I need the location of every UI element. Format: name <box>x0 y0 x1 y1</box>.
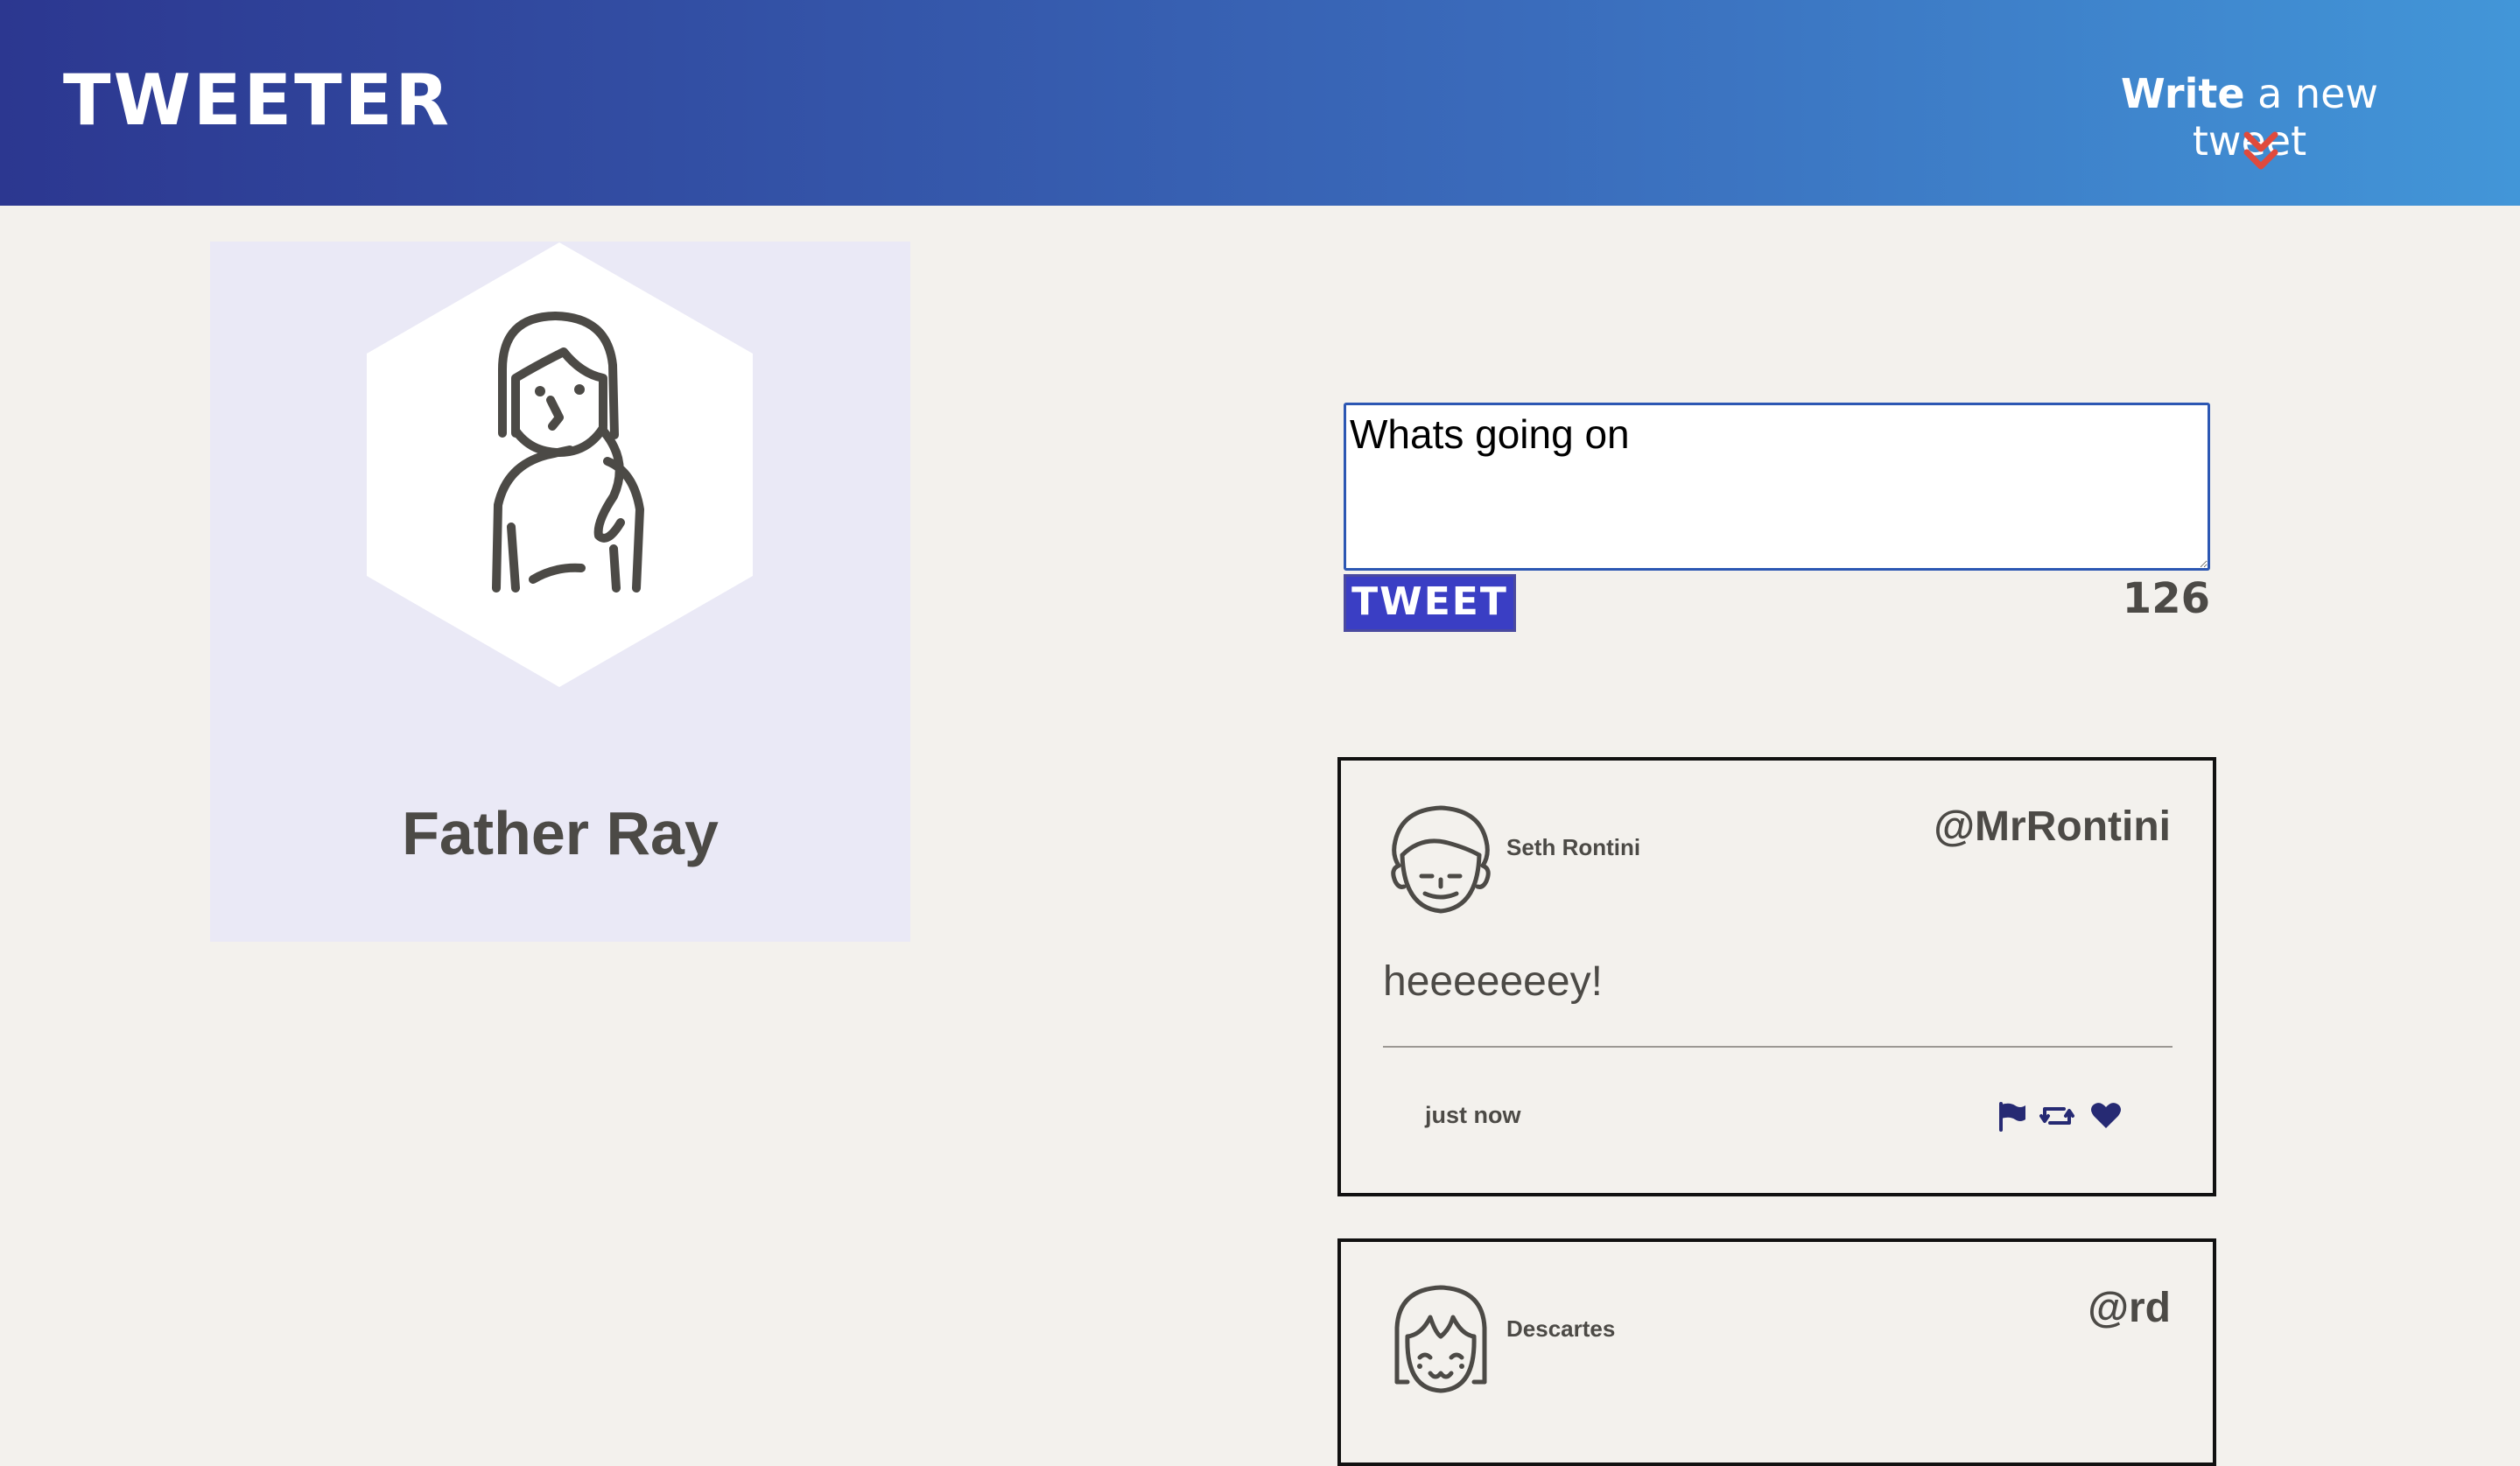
brand-logo[interactable]: TWEETER <box>63 60 452 141</box>
tweet-card: Seth Rontini @MrRontini heeeeeeey! just … <box>1337 757 2216 1196</box>
tweet-textarea[interactable] <box>1344 403 2210 571</box>
double-chevron-down-icon[interactable] <box>2243 131 2278 173</box>
tweet-timestamp: just now <box>1425 1102 1521 1128</box>
man-avatar-icon <box>1386 803 1495 918</box>
flag-icon[interactable] <box>1994 1100 2029 1132</box>
char-counter: 126 <box>2122 574 2210 623</box>
tweet-divider <box>1383 1046 2173 1048</box>
tweet-author-name: Seth Rontini <box>1506 834 1641 860</box>
navbar: TWEETER Write a new tweet <box>0 0 2520 206</box>
woman-avatar-icon <box>367 242 753 687</box>
tweet-handle[interactable]: @MrRontini <box>1934 803 2171 851</box>
profile-card: Father Ray <box>210 242 910 942</box>
girl-avatar-icon <box>1386 1284 1495 1399</box>
tweet-actions <box>1994 1100 2134 1132</box>
tweet-content: heeeeeeey! <box>1383 958 1603 1005</box>
tweet-card: Descartes @rd <box>1337 1238 2216 1466</box>
retweet-icon[interactable] <box>2039 1100 2074 1132</box>
heart-icon[interactable] <box>2088 1100 2123 1132</box>
compose-toggle-bold-text: Write <box>2120 70 2245 117</box>
profile-name: Father Ray <box>402 799 719 867</box>
tweet-handle[interactable]: @rd <box>2088 1284 2171 1332</box>
tweet-author-name: Descartes <box>1506 1315 1616 1342</box>
tweet-button[interactable]: TWEET <box>1344 574 1516 632</box>
new-tweet-form: TWEET 126 <box>1344 403 2210 632</box>
